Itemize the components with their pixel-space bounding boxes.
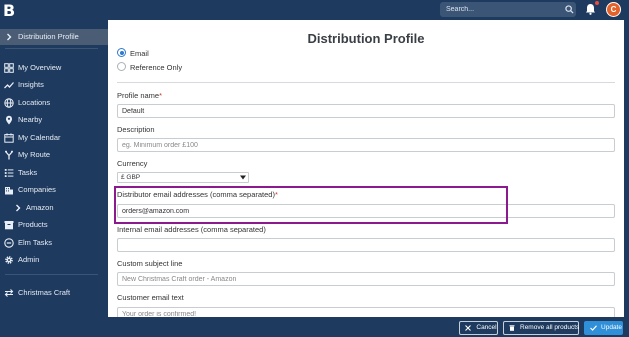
sidebar-item-my-overview[interactable]: My Overview [0, 60, 108, 76]
swap-arrows-icon [4, 288, 14, 298]
internal-emails-label: Internal email addresses (comma separate… [117, 225, 266, 234]
sidebar-item-label: Products [18, 220, 48, 229]
chevron-right-icon [4, 32, 14, 42]
building-icon [4, 185, 14, 195]
sidebar-item-label: Christmas Craft [18, 288, 71, 297]
close-icon [465, 325, 471, 331]
trash-icon [509, 325, 515, 331]
sidebar-divider [5, 274, 98, 275]
cancel-label: Cancel [476, 324, 497, 331]
radio-reference-only[interactable] [117, 62, 126, 71]
remove-all-products-button[interactable]: Remove all products [503, 321, 579, 335]
page-title: Distribution Profile [307, 31, 425, 46]
avatar[interactable]: C [606, 2, 621, 17]
chevron-right-icon [13, 203, 23, 213]
sidebar-item-label: Companies [18, 185, 56, 194]
currency-label: Currency [117, 159, 148, 168]
sidebar-item-label: My Route [18, 150, 51, 159]
sidebar-item-label: My Calendar [18, 133, 61, 142]
section-divider [117, 82, 615, 83]
sidebar: Distribution Profile My Overview Insight… [0, 20, 108, 337]
profile-name-input[interactable] [117, 104, 615, 118]
top-bar: B C [0, 0, 629, 20]
globe-icon [4, 98, 14, 108]
sidebar-item-my-route[interactable]: My Route [0, 147, 108, 163]
sidebar-item-label: Distribution Profile [18, 32, 79, 41]
notification-dot [595, 1, 599, 5]
currency-select[interactable]: £ GBP [117, 172, 249, 183]
sidebar-item-label: Amazon [26, 203, 54, 212]
sidebar-item-label: Tasks [18, 168, 38, 177]
search-box[interactable] [440, 2, 576, 17]
sidebar-item-admin[interactable]: Admin [0, 252, 108, 268]
radio-email-label[interactable]: Email [130, 49, 149, 58]
currency-value: £ GBP [121, 174, 141, 181]
cancel-button[interactable]: Cancel [459, 321, 498, 335]
bottom-action-bar: Cancel Remove all products Update [0, 317, 629, 337]
trend-line-icon [4, 80, 14, 90]
sidebar-item-products[interactable]: Products [0, 217, 108, 233]
sidebar-item-elm-tasks[interactable]: Elm Tasks [0, 235, 108, 251]
sidebar-item-label: Elm Tasks [18, 238, 53, 247]
sidebar-item-label: Nearby [18, 115, 43, 124]
sidebar-item-amazon[interactable]: Amazon [0, 200, 108, 216]
sidebar-item-label: Locations [18, 98, 51, 107]
sidebar-item-label: Admin [18, 255, 40, 264]
circle-minus-icon [4, 238, 14, 248]
sidebar-item-nearby[interactable]: Nearby [0, 112, 108, 128]
description-label: Description [117, 125, 155, 134]
app-logo[interactable]: B [3, 1, 15, 20]
route-fork-icon [4, 150, 14, 160]
sidebar-item-label: My Overview [18, 63, 62, 72]
sidebar-item-locations[interactable]: Locations [0, 95, 108, 111]
highlight-box [114, 186, 508, 224]
customer-email-label: Customer email text [117, 293, 184, 302]
sidebar-item-insights[interactable]: Insights [0, 77, 108, 93]
update-button[interactable]: Update [584, 321, 623, 335]
customer-email-input[interactable] [117, 307, 615, 317]
search-input[interactable] [440, 2, 560, 17]
radio-email[interactable] [117, 48, 126, 57]
required-marker: * [159, 91, 163, 100]
sidebar-item-my-calendar[interactable]: My Calendar [0, 130, 108, 146]
tasks-icon [4, 168, 14, 178]
sidebar-item-distribution-profile[interactable]: Distribution Profile [0, 29, 108, 45]
bell-icon[interactable] [585, 3, 596, 15]
sidebar-item-tasks[interactable]: Tasks [0, 165, 108, 181]
sidebar-item-label: Insights [18, 80, 44, 89]
custom-subject-input[interactable] [117, 272, 615, 286]
caret-down-icon [240, 175, 246, 180]
check-icon [590, 325, 597, 331]
internal-emails-input[interactable] [117, 238, 615, 252]
calendar-icon [4, 133, 14, 143]
custom-subject-label: Custom subject line [117, 259, 183, 268]
gear-icon [4, 255, 14, 265]
radio-reference-only-label[interactable]: Reference Only [130, 63, 182, 72]
dashboard-icon [4, 63, 14, 73]
search-icon[interactable] [565, 5, 574, 14]
description-input[interactable] [117, 138, 615, 152]
sidebar-divider [5, 48, 98, 49]
remove-all-products-label: Remove all products [520, 324, 580, 331]
box-icon [4, 220, 14, 230]
update-label: Update [601, 324, 622, 331]
sidebar-item-christmas-craft[interactable]: Christmas Craft [0, 285, 108, 301]
sidebar-item-companies[interactable]: Companies [0, 182, 108, 198]
profile-name-label: Profile name* [117, 91, 163, 100]
map-pin-icon [4, 115, 14, 125]
distribution-profile-panel: Distribution Profile Email Reference Onl… [108, 20, 624, 317]
